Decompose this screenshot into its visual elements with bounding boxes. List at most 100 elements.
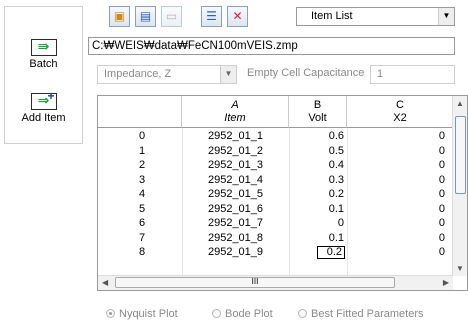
data-grid: A Item B Volt C X2 0 2952_01_1 0.6 0 1 2… (97, 95, 468, 291)
scroll-left-icon[interactable]: ◀ (102, 278, 108, 287)
cell-volt-editing[interactable]: 0.2 (317, 245, 348, 260)
save-icon: ▭ (165, 9, 178, 23)
delete-icon: ✕ (232, 9, 243, 23)
cell-x2[interactable]: 0 (347, 173, 453, 188)
chevron-down-icon[interactable]: ▼ (220, 66, 236, 83)
impedance-value: Impedance, Z (104, 68, 172, 80)
scroll-down-icon[interactable]: ▼ (456, 264, 464, 273)
table-row[interactable]: 2 2952_01_3 0.4 0 (98, 158, 453, 173)
column-letter: B (313, 99, 322, 111)
batch-button[interactable]: ⇛ Batch (5, 38, 82, 70)
cell-volt[interactable]: 0.3 (289, 173, 347, 188)
column-name: Item (224, 112, 246, 124)
row-index: 5 (138, 202, 146, 215)
table-row[interactable]: 7 2952_01_8 0.1 0 (98, 231, 453, 246)
bode-plot-radio[interactable]: Bode Plot (212, 308, 273, 320)
row-index: 8 (138, 246, 146, 258)
table-row[interactable]: 4 2952_01_5 0.2 0 (98, 187, 453, 202)
cell-volt[interactable]: 0.1 (289, 202, 347, 217)
table-row[interactable]: 8 2952_01_9 0.2 0 (98, 245, 453, 260)
edit-box[interactable]: 0.2 (317, 246, 345, 259)
cell-x2[interactable]: 0 (347, 129, 453, 144)
cell-volt[interactable]: 0.5 (289, 144, 347, 159)
cell-item[interactable]: 2952_01_2 (182, 144, 289, 159)
add-item-label: Add Item (21, 112, 66, 124)
horizontal-scrollbar[interactable]: ◀ III ▶ (98, 275, 453, 290)
radio-label: Bode Plot (225, 308, 273, 320)
column-letter: C (396, 99, 404, 111)
item-list-value: Item List (311, 10, 353, 22)
cell-item[interactable]: 2952_01_4 (182, 173, 289, 188)
row-index: 6 (138, 217, 146, 229)
delete-button[interactable]: ✕ (227, 6, 248, 27)
left-panel: ⇛ Batch ⇒ + Add Item (4, 6, 83, 144)
column-header-b[interactable]: B Volt (289, 96, 347, 128)
radio-label: Nyquist Plot (119, 308, 178, 320)
row-index: 0 (138, 130, 146, 142)
cell-item[interactable]: 2952_01_5 (182, 187, 289, 202)
scroll-grip: III (251, 277, 259, 286)
file-path-field[interactable]: C:₩WEIS₩data₩FeCN100mVEIS.zmp (88, 37, 455, 55)
column-letter: A (231, 99, 239, 111)
column-header-c[interactable]: C X2 (347, 96, 453, 128)
add-item-button[interactable]: ⇒ + Add Item (5, 89, 82, 124)
scroll-up-icon[interactable]: ▲ (456, 99, 464, 108)
table-row[interactable]: 6 2952_01_7 0 0 (98, 216, 453, 231)
vertical-scrollbar[interactable]: ▲ ▼ (452, 96, 467, 276)
cell-item[interactable]: 2952_01_8 (182, 231, 289, 246)
nyquist-plot-radio[interactable]: Nyquist Plot (106, 308, 178, 320)
batch-icon: ⇛ (30, 38, 57, 56)
cell-volt[interactable]: 0 (289, 216, 347, 231)
cell-x2[interactable]: 0 (347, 216, 453, 231)
cell-volt[interactable]: 0.2 (289, 187, 347, 202)
empty-cell-capacitance-label: Empty Cell Capacitance (247, 67, 365, 79)
horizontal-scroll-thumb[interactable]: III (115, 277, 395, 288)
new-file-icon: ▣ (113, 9, 126, 23)
cell-volt[interactable]: 0.4 (289, 158, 347, 173)
table-row[interactable]: 0 2952_01_1 0.6 0 (98, 129, 453, 144)
row-index: 2 (138, 159, 146, 171)
cell-item[interactable]: 2952_01_6 (182, 202, 289, 217)
list-view-icon: ☰ (206, 9, 217, 23)
radio-label: Best Fitted Parameters (311, 308, 424, 320)
cell-item[interactable]: 2952_01_3 (182, 158, 289, 173)
table-row[interactable]: 1 2952_01_2 0.5 0 (98, 144, 453, 159)
chevron-down-icon[interactable]: ▼ (438, 8, 454, 25)
cell-x2[interactable]: 0 (347, 231, 453, 246)
add-item-icon: ⇒ + (30, 89, 57, 110)
radio-selected-icon (106, 309, 115, 318)
row-index-header (98, 96, 182, 128)
cell-item[interactable]: 2952_01_9 (182, 245, 289, 260)
vertical-scroll-thumb[interactable] (455, 116, 466, 194)
cell-volt[interactable]: 0.1 (289, 231, 347, 246)
radio-unselected-icon (298, 309, 307, 318)
cell-x2[interactable]: 0 (347, 202, 453, 217)
batch-label: Batch (29, 58, 58, 70)
item-list-select[interactable]: Item List ▼ (296, 7, 455, 26)
best-fitted-parameters-radio[interactable]: Best Fitted Parameters (298, 308, 424, 320)
table-row[interactable]: 5 2952_01_6 0.1 0 (98, 202, 453, 217)
cell-volt[interactable]: 0.6 (289, 129, 347, 144)
table-row[interactable]: 3 2952_01_4 0.3 0 (98, 173, 453, 188)
row-index: 3 (138, 173, 146, 186)
column-header-a[interactable]: A Item (182, 96, 289, 128)
radio-unselected-icon (212, 309, 221, 318)
cell-x2[interactable]: 0 (347, 187, 453, 202)
empty-cell-capacitance-field[interactable]: 1 (370, 65, 455, 84)
cell-x2[interactable]: 0 (347, 245, 453, 260)
open-folder-button[interactable]: ▤ (135, 6, 156, 27)
cell-x2[interactable]: 0 (347, 158, 453, 173)
row-index: 1 (138, 144, 146, 157)
column-name: Volt (308, 112, 327, 124)
list-view-button[interactable]: ☰ (201, 6, 222, 27)
row-index: 7 (138, 231, 146, 244)
save-button[interactable]: ▭ (161, 6, 182, 27)
cell-x2[interactable]: 0 (347, 144, 453, 159)
cell-item[interactable]: 2952_01_7 (182, 216, 289, 231)
cell-item[interactable]: 2952_01_1 (182, 129, 289, 144)
scroll-right-icon[interactable]: ▶ (443, 278, 449, 287)
new-file-button[interactable]: ▣ (109, 6, 130, 27)
column-name: X2 (393, 112, 407, 124)
open-folder-icon: ▤ (139, 9, 152, 23)
impedance-select[interactable]: Impedance, Z ▼ (97, 65, 237, 84)
